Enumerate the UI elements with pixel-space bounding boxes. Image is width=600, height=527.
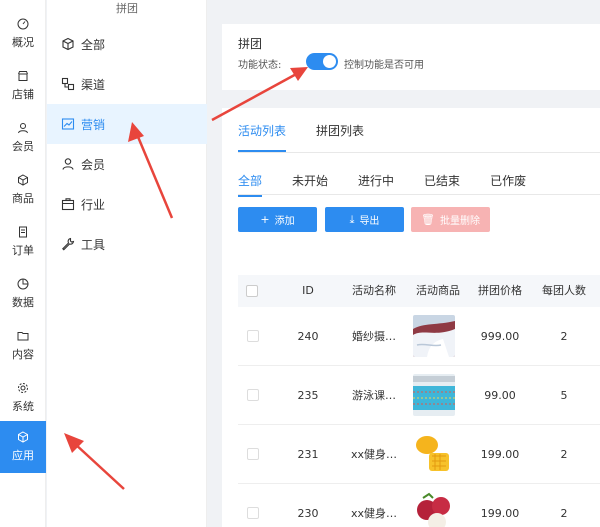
rail-item-product[interactable]: 商品 bbox=[0, 164, 46, 216]
cell-price: 199.00 bbox=[480, 448, 520, 461]
cell-name: 游泳课… bbox=[352, 389, 396, 402]
marketing-chart-icon bbox=[61, 118, 75, 130]
status-tabs-divider bbox=[238, 194, 600, 195]
add-button[interactable]: + 添加 bbox=[238, 207, 317, 232]
cell-name: xx健身… bbox=[350, 448, 398, 461]
sidebar-item-tools[interactable]: 工具 bbox=[47, 224, 207, 264]
plus-icon: + bbox=[260, 213, 270, 226]
rail-item-label: 数据 bbox=[12, 296, 34, 309]
cell-id: 230 bbox=[297, 507, 319, 520]
cell-group-size: 2 bbox=[560, 507, 568, 520]
table-row[interactable]: 230 xx健身… 199.00 2 bbox=[238, 484, 600, 527]
cell-group-size: 5 bbox=[560, 389, 568, 402]
sidebar-item-label: 营销 bbox=[81, 117, 106, 132]
sidebar-item-label: 行业 bbox=[81, 197, 106, 212]
download-icon: ⤓ bbox=[349, 212, 355, 226]
member-icon bbox=[62, 158, 74, 170]
export-button[interactable]: ⤓ 导出 bbox=[325, 207, 404, 232]
export-button-label: 导出 bbox=[359, 216, 380, 227]
sidebar-title: 拼团 bbox=[116, 2, 138, 15]
wrench-icon bbox=[62, 237, 75, 251]
cell-name: 婚纱摄… bbox=[352, 330, 396, 343]
batch-delete-button[interactable]: 🗑 批量删除 bbox=[411, 207, 490, 232]
sidebar-item-label: 会员 bbox=[81, 157, 106, 172]
select-all-checkbox[interactable] bbox=[246, 285, 258, 297]
table-row[interactable]: 231 xx健身… 199.00 2 bbox=[238, 425, 600, 484]
sidebar-item-label: 工具 bbox=[81, 237, 106, 252]
folder-icon bbox=[17, 332, 29, 341]
briefcase-icon bbox=[61, 198, 75, 211]
table-header: ID 活动名称 活动商品 拼团价格 每团人数 bbox=[238, 275, 600, 307]
member-icon bbox=[18, 123, 28, 134]
rail-item-label: 商品 bbox=[12, 192, 34, 205]
table-row[interactable]: 240 婚纱摄… 999.00 2 bbox=[238, 307, 600, 366]
rail-item-order[interactable]: 订单 bbox=[0, 216, 46, 268]
channel-icon bbox=[61, 77, 75, 91]
rail-item-content[interactable]: 内容 bbox=[0, 320, 46, 372]
rail-item-member[interactable]: 会员 bbox=[0, 112, 46, 164]
cell-group-size: 2 bbox=[560, 330, 568, 343]
annotation-arrow-toggle bbox=[211, 67, 308, 122]
row-checkbox[interactable] bbox=[247, 389, 259, 401]
annotation-arrow-marketing bbox=[128, 122, 174, 219]
sidebar-item-label: 全部 bbox=[81, 37, 106, 52]
rail-item-label: 系统 bbox=[12, 400, 34, 413]
tab-group-list[interactable]: 拼团列表 bbox=[316, 122, 364, 152]
box-icon bbox=[18, 174, 28, 186]
trash-icon: 🗑 bbox=[421, 213, 435, 226]
sidebar-item-all[interactable]: 全部 bbox=[47, 24, 207, 64]
row-checkbox[interactable] bbox=[247, 330, 259, 342]
product-thumbnail-lychee bbox=[413, 492, 455, 527]
rail-item-label: 内容 bbox=[12, 348, 34, 361]
tabs-divider bbox=[238, 152, 600, 153]
order-icon bbox=[19, 226, 27, 238]
product-thumbnail-mango bbox=[413, 433, 455, 475]
column-header-price: 拼团价格 bbox=[478, 284, 522, 297]
cell-id: 235 bbox=[297, 389, 319, 402]
rail-item-label: 应用 bbox=[12, 449, 34, 462]
batch-delete-label: 批量删除 bbox=[439, 216, 480, 227]
status-hint: 控制功能是否可用 bbox=[344, 60, 424, 71]
cell-price: 99.00 bbox=[484, 389, 516, 402]
rail-item-store[interactable]: 店铺 bbox=[0, 60, 46, 112]
sidebar-item-channel[interactable]: 渠道 bbox=[47, 64, 207, 104]
row-checkbox[interactable] bbox=[247, 448, 259, 460]
column-header-group-size: 每团人数 bbox=[542, 284, 586, 297]
gear-icon bbox=[18, 383, 28, 393]
cell-price: 999.00 bbox=[480, 330, 520, 343]
store-icon bbox=[18, 71, 28, 81]
rail-item-label: 概况 bbox=[12, 36, 34, 49]
activity-list-card: 活动列表 拼团列表 全部 未开始 进行中 已结束 已作废 + 添加 ⤓ 导出 🗑… bbox=[222, 108, 600, 527]
dashboard-icon bbox=[17, 18, 29, 30]
rail-item-overview[interactable]: 概况 bbox=[0, 8, 46, 60]
cell-id: 240 bbox=[297, 330, 319, 343]
rail-item-label: 店铺 bbox=[12, 88, 34, 101]
column-header-id: ID bbox=[302, 284, 314, 297]
cell-name: xx健身… bbox=[350, 507, 398, 520]
annotation-arrow-apps bbox=[64, 433, 125, 490]
rail-item-label: 订单 bbox=[12, 244, 34, 257]
main-rail: 概况 店铺 会员 商品 订单 数据 内容 系统 应用 bbox=[0, 0, 46, 527]
add-button-label: 添加 bbox=[274, 216, 295, 227]
rail-item-data[interactable]: 数据 bbox=[0, 268, 46, 320]
rail-item-system[interactable]: 系统 bbox=[0, 372, 46, 424]
rail-item-apps[interactable]: 应用 bbox=[0, 421, 46, 473]
row-checkbox[interactable] bbox=[247, 507, 259, 519]
cell-price: 199.00 bbox=[480, 507, 520, 520]
sidebar-item-label: 渠道 bbox=[81, 77, 106, 92]
cell-id: 231 bbox=[297, 448, 319, 461]
rail-item-label: 会员 bbox=[12, 140, 34, 153]
chart-icon bbox=[17, 278, 29, 290]
toggle-knob bbox=[323, 55, 336, 68]
product-thumbnail-wedding-photo bbox=[413, 315, 455, 357]
cube-icon bbox=[18, 431, 28, 443]
product-thumbnail-swimming-pool bbox=[413, 374, 455, 416]
table-row[interactable]: 235 游泳课… 99.00 5 bbox=[238, 366, 600, 425]
column-header-name: 活动名称 bbox=[352, 284, 396, 297]
cube-icon bbox=[62, 37, 74, 51]
cell-group-size: 2 bbox=[560, 448, 568, 461]
column-header-product: 活动商品 bbox=[416, 284, 460, 297]
